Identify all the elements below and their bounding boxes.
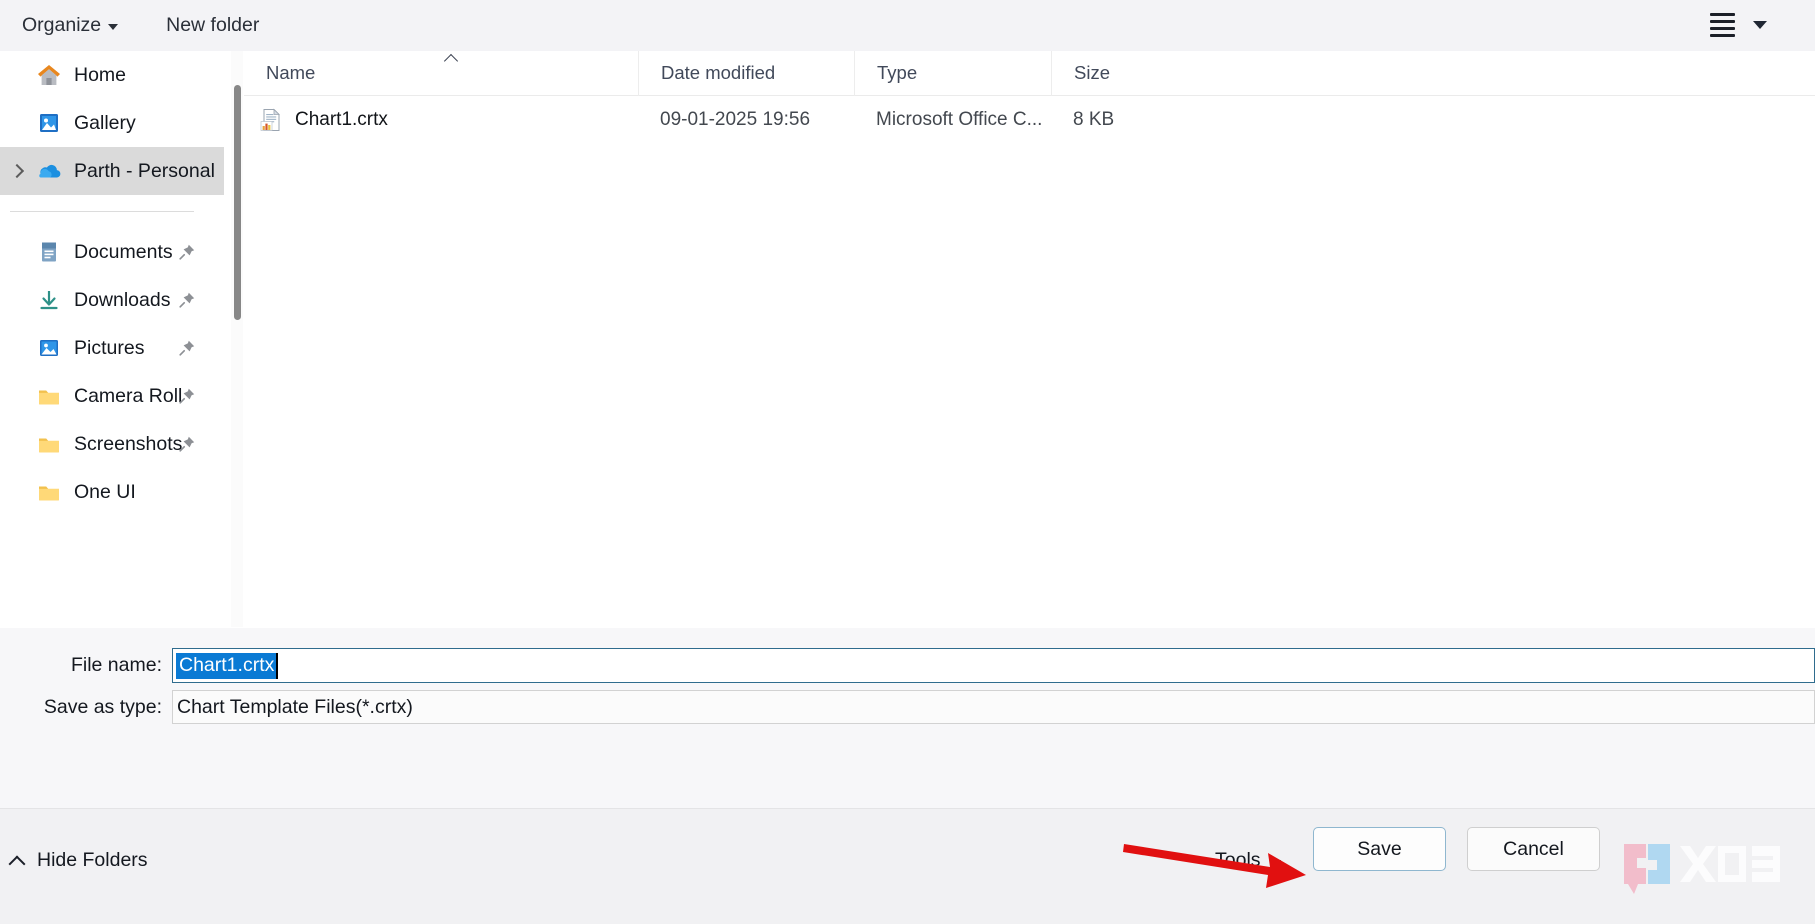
pin-icon[interactable] bbox=[178, 387, 196, 405]
hide-folders-button[interactable]: Hide Folders bbox=[8, 849, 148, 872]
list-view-icon[interactable] bbox=[1705, 8, 1739, 42]
sidebar-item-documents[interactable]: Documents bbox=[0, 228, 224, 276]
sidebar-item-gallery[interactable]: Gallery bbox=[0, 99, 224, 147]
file-size-cell: 8 KB bbox=[1051, 109, 1153, 131]
file-name-row: File name: Chart1.crtx bbox=[0, 648, 1815, 683]
save-button[interactable]: Save bbox=[1313, 827, 1446, 871]
column-header-type-label: Type bbox=[877, 62, 917, 84]
column-header-date-modified[interactable]: Date modified bbox=[638, 51, 854, 96]
file-rows-container: Chart1.crtx 09-01-2025 19:56Microsoft Off… bbox=[244, 96, 1815, 144]
hide-folders-label: Hide Folders bbox=[37, 849, 148, 872]
new-folder-button[interactable]: New folder bbox=[156, 9, 269, 43]
chevron-down-icon bbox=[1271, 860, 1281, 866]
save-form-area: File name: Chart1.crtx Save as type: Cha… bbox=[0, 628, 1815, 808]
sidebar-separator bbox=[10, 211, 194, 212]
sidebar-item-downloads[interactable]: Downloads bbox=[0, 276, 224, 324]
pin-icon[interactable] bbox=[178, 291, 196, 309]
file-date-modified-cell: 09-01-2025 19:56 bbox=[638, 109, 854, 131]
save-as-type-value: Chart Template Files(*.crtx) bbox=[177, 696, 413, 719]
column-header-type[interactable]: Type bbox=[854, 51, 1051, 96]
file-list-view[interactable]: Name Date modified Type Size Chart1.crtx… bbox=[244, 51, 1815, 627]
new-folder-label: New folder bbox=[166, 14, 259, 37]
sidebar-item-label: Screenshots bbox=[74, 433, 182, 456]
gallery-icon bbox=[36, 110, 62, 136]
sidebar-item-label: Gallery bbox=[74, 112, 136, 135]
sidebar-item-screenshots[interactable]: Screenshots bbox=[0, 420, 224, 468]
save-as-type-row: Save as type: Chart Template Files(*.crt… bbox=[0, 690, 1815, 724]
pictures-icon bbox=[36, 335, 62, 361]
view-options-group[interactable] bbox=[1705, 8, 1767, 42]
tools-button[interactable]: Tools bbox=[1215, 849, 1281, 872]
column-header-name[interactable]: Name bbox=[244, 51, 638, 96]
navigation-sidebar[interactable]: Home Gallery Parth - Personal Documents Down… bbox=[0, 51, 224, 627]
folder-icon bbox=[36, 479, 62, 505]
organize-label: Organize bbox=[22, 14, 101, 37]
pin-icon[interactable] bbox=[178, 243, 196, 261]
downloads-icon bbox=[36, 287, 62, 313]
sidebar-scrollbar-thumb[interactable] bbox=[234, 85, 241, 320]
cancel-button[interactable]: Cancel bbox=[1467, 827, 1600, 871]
chevron-down-icon[interactable] bbox=[1753, 21, 1767, 29]
column-header-row: Name Date modified Type Size bbox=[244, 51, 1815, 96]
column-header-size-label: Size bbox=[1074, 62, 1110, 84]
file-name-label: File name: bbox=[0, 654, 172, 677]
file-name-input[interactable]: Chart1.crtx bbox=[172, 648, 1815, 683]
pin-icon[interactable] bbox=[178, 339, 196, 357]
column-header-name-label: Name bbox=[266, 62, 315, 84]
sidebar-scrollbar[interactable] bbox=[231, 51, 243, 627]
file-name-cell: Chart1.crtx bbox=[244, 107, 638, 133]
sidebar-item-label: Home bbox=[74, 64, 126, 87]
pin-icon[interactable] bbox=[178, 435, 196, 453]
column-header-date-modified-label: Date modified bbox=[661, 62, 775, 84]
sidebar-item-label: Pictures bbox=[74, 337, 144, 360]
dialog-toolbar: Organize New folder bbox=[0, 0, 1815, 51]
save-as-dialog: Organize New folder Home Gallery Parth - P… bbox=[0, 0, 1815, 924]
sidebar-item-label: Parth - Personal bbox=[74, 160, 215, 183]
onedrive-cloud-icon bbox=[36, 158, 62, 184]
chevron-right-icon[interactable] bbox=[8, 162, 26, 180]
file-name-value: Chart1.crtx bbox=[176, 653, 278, 679]
folder-icon bbox=[36, 383, 62, 409]
file-type-cell: Microsoft Office C... bbox=[854, 109, 1051, 131]
sort-ascending-icon bbox=[444, 53, 460, 63]
sidebar-item-label: Documents bbox=[74, 241, 173, 264]
sidebar-item-one-ui[interactable]: One UI bbox=[0, 468, 224, 516]
chevron-up-icon bbox=[8, 852, 26, 870]
home-icon bbox=[36, 62, 62, 88]
chart-template-file-icon bbox=[258, 107, 284, 133]
sidebar-item-label: One UI bbox=[74, 481, 136, 504]
folder-icon bbox=[36, 431, 62, 457]
table-row[interactable]: Chart1.crtx 09-01-2025 19:56Microsoft Off… bbox=[244, 96, 1815, 144]
save-as-type-select[interactable]: Chart Template Files(*.crtx) bbox=[172, 690, 1815, 724]
save-as-type-label: Save as type: bbox=[0, 696, 172, 719]
sidebar-item-label: Camera Roll bbox=[74, 385, 182, 408]
documents-icon bbox=[36, 239, 62, 265]
chevron-down-icon bbox=[108, 24, 118, 30]
sidebar-item-home[interactable]: Home bbox=[0, 51, 224, 99]
file-name-text: Chart1.crtx bbox=[295, 109, 388, 131]
sidebar-item-camera-roll[interactable]: Camera Roll bbox=[0, 372, 224, 420]
tools-label: Tools bbox=[1215, 849, 1261, 872]
sidebar-item-parth-personal[interactable]: Parth - Personal bbox=[0, 147, 224, 195]
column-header-size[interactable]: Size bbox=[1051, 51, 1153, 96]
organize-button[interactable]: Organize bbox=[12, 9, 128, 43]
sidebar-item-pictures[interactable]: Pictures bbox=[0, 324, 224, 372]
sidebar-item-label: Downloads bbox=[74, 289, 170, 312]
